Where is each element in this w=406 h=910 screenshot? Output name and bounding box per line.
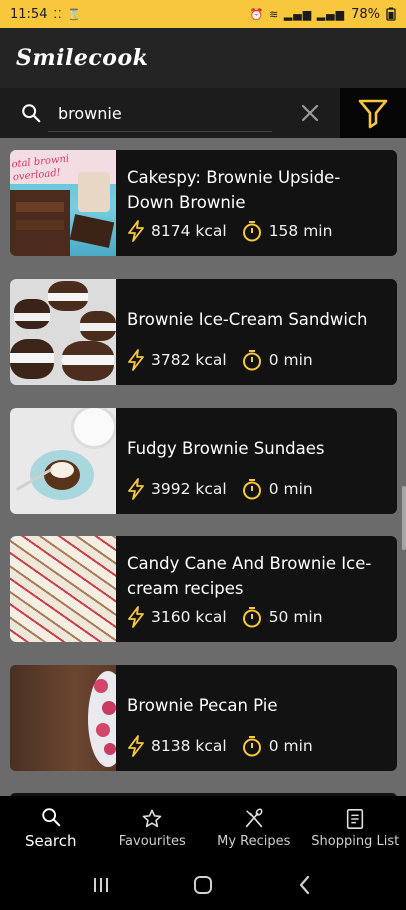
clear-search-button[interactable] [288, 88, 332, 138]
recipe-time: 50 min [268, 608, 323, 626]
recipe-thumbnail [10, 536, 116, 642]
app-logo: Smilecook [16, 45, 149, 71]
recipe-title: Fudgy Brownie Sundaes [127, 438, 325, 458]
scrollbar[interactable] [402, 486, 406, 550]
timer-icon [242, 221, 261, 242]
utensils-icon [245, 808, 263, 827]
recipe-title: Brownie Pecan Pie [127, 695, 278, 715]
nav-my-recipes-label: My Recipes [217, 833, 291, 849]
bolt-icon [128, 735, 144, 757]
nav-shopping-list[interactable]: Shopping List [305, 796, 406, 860]
back-icon[interactable] [294, 874, 316, 896]
recipe-kcal: 3782 kcal [151, 351, 227, 369]
app-bar: Smilecook [0, 28, 406, 88]
battery-percent: 78% [351, 6, 380, 22]
sundae-cream [50, 462, 74, 478]
nav-shopping-list-label: Shopping List [311, 833, 400, 849]
list-icon [347, 808, 364, 829]
close-icon [301, 104, 319, 122]
nav-favourites[interactable]: Favourites [102, 796, 204, 860]
cream-bowl [74, 408, 114, 446]
home-icon[interactable] [192, 874, 214, 896]
berry [104, 743, 116, 755]
recipe-kcal: 3992 kcal [151, 480, 227, 498]
ice-cream-layer [80, 323, 116, 331]
search-underline [48, 131, 272, 132]
ice-cream-layer [62, 355, 114, 365]
filter-button[interactable] [340, 88, 406, 138]
berry [102, 701, 116, 715]
recipe-thumbnail [10, 408, 116, 514]
status-system-icons: ⏰ ≋ ▂▄▆ ▂▄▆ [249, 7, 346, 21]
recipe-time: 0 min [268, 737, 313, 755]
star-icon [142, 809, 162, 827]
recipe-time: 158 min [268, 222, 333, 240]
bottom-nav: Search Favourites My Recipes Shopping Li… [0, 796, 406, 860]
nav-search-label: Search [24, 832, 77, 850]
ice-cream-layer [10, 353, 54, 363]
recipe-thumbnail [10, 665, 116, 771]
status-bar: 11:54 ⁚⁚ ⌛ ⏰ ≋ ▂▄▆ ▂▄▆ 78% [0, 0, 406, 28]
bolt-icon [128, 349, 144, 371]
recipe-time: 0 min [268, 480, 313, 498]
recipe-card[interactable]: Fudgy Brownie Sundaes 3992 kcal 0 min [10, 408, 397, 514]
timer-icon [242, 479, 261, 500]
battery-icon [386, 7, 396, 21]
timer-icon [242, 350, 261, 371]
brownie-piece [69, 214, 115, 248]
status-time: 11:54 [10, 6, 48, 22]
recipe-thumbnail: otal browni overload! [10, 150, 116, 256]
nav-search[interactable]: Search [0, 796, 102, 860]
bolt-icon [128, 478, 144, 500]
recipe-card[interactable]: Brownie Ice-Cream Sandwich 3782 kcal 0 m… [10, 279, 397, 385]
search-icon [22, 104, 41, 123]
recipe-thumbnail [10, 279, 116, 385]
recipe-title: Candy Cane And Brownie Ice-cream recipes [127, 554, 372, 598]
brownie-layer [16, 220, 64, 230]
berry [94, 679, 108, 693]
nav-my-recipes[interactable]: My Recipes [203, 796, 305, 860]
recipe-card[interactable]: Candy Cane And Brownie Ice-cream recipes… [10, 536, 397, 642]
search-bar [0, 88, 406, 138]
recipe-card[interactable]: otal browni overload! Cakespy: Brownie U… [10, 150, 397, 256]
timer-icon [242, 607, 261, 628]
search-field [0, 88, 288, 138]
bolt-icon [128, 220, 144, 242]
recipe-kcal: 8138 kcal [151, 737, 227, 755]
bolt-icon [128, 606, 144, 628]
ice-cream-layer [14, 313, 50, 321]
recents-icon[interactable] [90, 874, 112, 896]
timer-icon [242, 736, 261, 757]
berry [96, 723, 110, 737]
nav-favourites-label: Favourites [118, 833, 186, 849]
filter-icon [358, 99, 388, 129]
ice-cream-layer [48, 293, 88, 301]
recipe-kcal: 3160 kcal [151, 608, 227, 626]
recipe-title: Brownie Ice-Cream Sandwich [127, 309, 368, 329]
cartoon-brownie [78, 172, 110, 212]
recipe-card[interactable]: Brownie Pecan Pie 8138 kcal 0 min [10, 665, 397, 771]
recipe-time: 0 min [268, 351, 313, 369]
search-icon [42, 808, 61, 827]
system-nav-bar [0, 860, 406, 910]
status-notification-icons: ⁚⁚ ⌛ [53, 7, 82, 21]
brownie-layer [16, 202, 64, 212]
recipe-kcal: 8174 kcal [151, 222, 227, 240]
recipe-title: Cakespy: Brownie Upside-Down Brownie [127, 168, 341, 212]
search-input[interactable] [58, 103, 278, 123]
